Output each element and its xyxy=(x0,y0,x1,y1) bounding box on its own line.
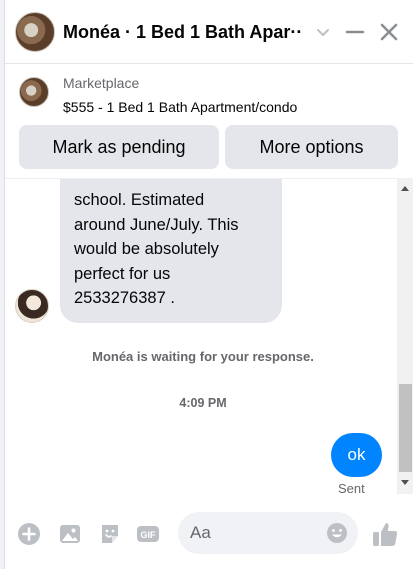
listing-title[interactable]: $555 - 1 Bed 1 Bath Apartment/condo xyxy=(63,99,297,115)
waiting-notice: Monéa is waiting for your response. xyxy=(92,349,314,364)
mark-as-pending-button[interactable]: Mark as pending xyxy=(19,125,219,169)
avatar[interactable] xyxy=(15,12,55,52)
marketplace-listing[interactable]: Marketplace $555 - 1 Bed 1 Bath Apartmen… xyxy=(5,64,413,122)
sticker-icon[interactable] xyxy=(98,522,122,546)
chevron-down-icon[interactable] xyxy=(311,20,335,44)
emoji-icon[interactable] xyxy=(326,522,348,544)
outgoing-message-bubble: ok xyxy=(331,433,382,477)
incoming-message-bubble: school. Estimated around June/July. This… xyxy=(60,179,282,323)
svg-text:GIF: GIF xyxy=(141,530,157,540)
outgoing-message-text: ok xyxy=(347,445,366,464)
scroll-down-arrow-icon[interactable] xyxy=(401,480,409,485)
message-composer: GIF xyxy=(5,494,413,569)
gif-icon[interactable]: GIF xyxy=(136,522,160,546)
thumbs-up-icon[interactable] xyxy=(371,520,399,548)
close-icon[interactable] xyxy=(377,20,401,44)
message-list[interactable]: school. Estimated around June/July. This… xyxy=(5,178,413,494)
listing-label: Marketplace xyxy=(63,75,140,91)
scroll-up-arrow-icon[interactable] xyxy=(401,186,409,191)
scrollbar-thumb[interactable] xyxy=(399,384,412,472)
chat-title[interactable]: Monéa · 1 Bed 1 Bath Apar··· xyxy=(63,22,303,43)
chat-header: Monéa · 1 Bed 1 Bath Apar··· xyxy=(5,0,413,64)
photo-icon[interactable] xyxy=(58,522,82,546)
chat-window: Monéa · 1 Bed 1 Bath Apar··· Marketplace… xyxy=(4,0,413,569)
minimize-icon[interactable] xyxy=(343,20,367,44)
message-timestamp: 4:09 PM xyxy=(179,396,227,410)
more-options-button[interactable]: More options xyxy=(225,125,398,169)
message-status: Sent xyxy=(338,481,365,494)
incoming-message-text: school. Estimated around June/July. This… xyxy=(74,191,239,307)
message-input[interactable] xyxy=(190,512,320,554)
message-input-wrapper xyxy=(178,512,358,554)
plus-circle-icon[interactable] xyxy=(17,522,41,546)
sender-avatar[interactable] xyxy=(15,289,49,323)
scrollbar[interactable] xyxy=(397,178,413,494)
listing-thumbnail xyxy=(19,77,49,107)
